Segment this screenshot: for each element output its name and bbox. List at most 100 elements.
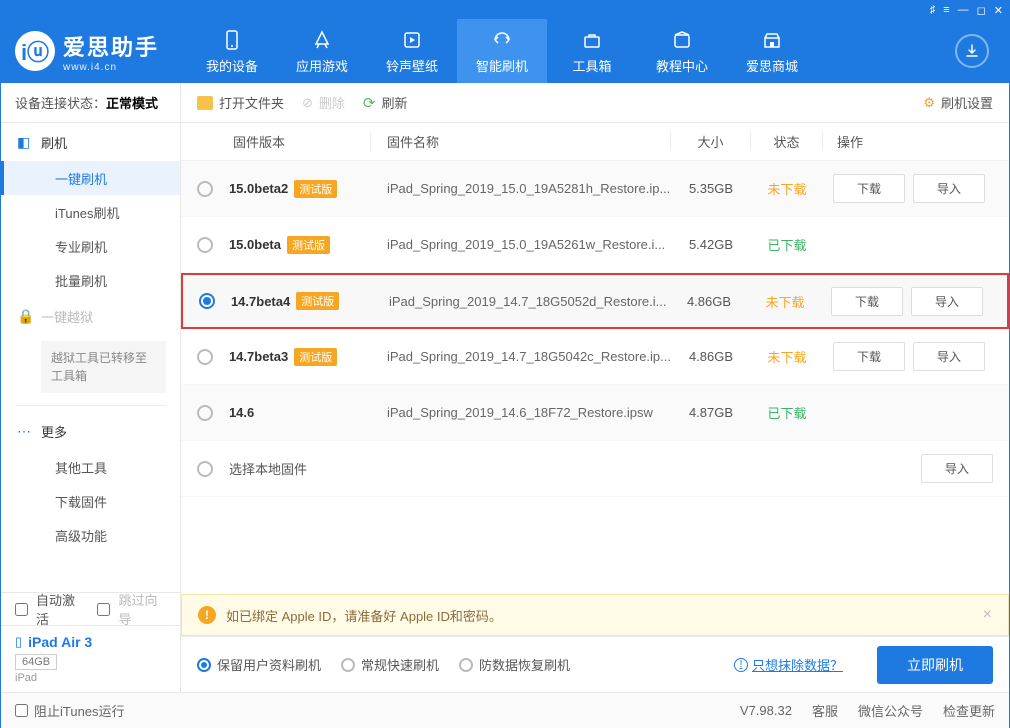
nav-3[interactable]: 智能刷机 (457, 19, 547, 83)
flash-option[interactable]: 防数据恢复刷机 (459, 655, 570, 674)
settings-button[interactable]: ⚙ 刷机设置 (923, 93, 993, 112)
more-icon: ⋯ (17, 423, 31, 440)
sidebar-sub[interactable]: 其他工具 (1, 450, 180, 484)
support-link[interactable]: 客服 (812, 701, 838, 720)
refresh-button[interactable]: ⟳ 刷新 (363, 93, 408, 112)
status-cell: 已下载 (751, 403, 823, 422)
name-cell: iPad_Spring_2019_14.7_18G5052d_Restore.i… (373, 294, 669, 309)
table-body: 15.0beta2测试版iPad_Spring_2019_15.0_19A528… (181, 161, 1009, 497)
table-header: 固件版本 固件名称 大小 状态 操作 (181, 123, 1009, 161)
notice-bar: ! 如已绑定 Apple ID，请准备好 Apple ID和密码。 × (181, 594, 1009, 636)
open-folder-button[interactable]: 打开文件夹 (197, 93, 284, 112)
notice-text: 如已绑定 Apple ID，请准备好 Apple ID和密码。 (226, 606, 502, 625)
import-button[interactable]: 导入 (913, 342, 985, 371)
row-radio[interactable] (197, 181, 213, 197)
status-cell: 未下载 (751, 347, 823, 366)
delete-button[interactable]: ⊘ 删除 (302, 93, 345, 112)
row-radio[interactable] (197, 349, 213, 365)
brand-sub: www.i4.cn (63, 62, 159, 73)
titlebar-max[interactable]: ◻ (977, 4, 986, 17)
nav-0[interactable]: 我的设备 (187, 19, 277, 83)
sidebar-sub[interactable]: 专业刷机 (1, 229, 180, 263)
import-button[interactable]: 导入 (913, 174, 985, 203)
flash-option[interactable]: 常规快速刷机 (341, 655, 439, 674)
jb-note: 越狱工具已转移至工具箱 (41, 341, 166, 393)
import-button[interactable]: 导入 (921, 454, 993, 483)
ops-cell: 导入 (823, 454, 993, 483)
flash-icon: ◧ (17, 134, 30, 151)
col-ops: 操作 (823, 132, 993, 151)
device-name: iPad Air 3 (28, 634, 92, 650)
version-cell: 选择本地固件 (229, 459, 371, 478)
sidebar-sub[interactable]: 批量刷机 (1, 263, 180, 297)
size-cell: 5.42GB (671, 237, 751, 252)
row-radio[interactable] (199, 293, 215, 309)
import-button[interactable]: 导入 (911, 287, 983, 316)
block-itunes-label: 阻止iTunes运行 (34, 701, 125, 720)
nav-4[interactable]: 工具箱 (547, 19, 637, 83)
titlebar: ♯ ≡ — ◻ ✕ (1, 1, 1009, 19)
table-row: 14.7beta3测试版iPad_Spring_2019_14.7_18G504… (181, 329, 1009, 385)
row-radio[interactable] (197, 237, 213, 253)
auto-activate-checkbox[interactable] (15, 603, 28, 616)
footer: 阻止iTunes运行 V7.98.32 客服 微信公众号 检查更新 (1, 692, 1009, 728)
delete-icon: ⊘ (302, 95, 313, 111)
version-cell: 15.0beta2测试版 (229, 180, 371, 198)
status-cell: 未下载 (751, 179, 823, 198)
ops-cell: 下载导入 (823, 342, 993, 371)
main: 打开文件夹 ⊘ 删除 ⟳ 刷新 ⚙ 刷机设置 固件版本 固件名称 大小 状态 操… (181, 83, 1009, 692)
status-cell: 已下载 (751, 235, 823, 254)
block-itunes-checkbox[interactable] (15, 704, 28, 717)
titlebar-close[interactable]: ✕ (994, 4, 1003, 17)
wechat-link[interactable]: 微信公众号 (858, 701, 923, 720)
download-button[interactable]: 下载 (833, 342, 905, 371)
sidebar-more[interactable]: ⋯ 更多 (1, 412, 180, 450)
flash-now-button[interactable]: 立即刷机 (877, 646, 993, 684)
table-row: 15.0beta2测试版iPad_Spring_2019_15.0_19A528… (181, 161, 1009, 217)
download-button[interactable]: 下载 (831, 287, 903, 316)
size-cell: 4.87GB (671, 405, 751, 420)
row-radio[interactable] (197, 405, 213, 421)
version-cell: 14.7beta3测试版 (229, 348, 371, 366)
lock-icon: 🔒 (17, 308, 34, 325)
size-cell: 5.35GB (671, 181, 751, 196)
nav-5[interactable]: 教程中心 (637, 19, 727, 83)
nav-1[interactable]: 应用游戏 (277, 19, 367, 83)
device-storage: 64GB (15, 654, 57, 670)
status-label: 设备连接状态： (15, 93, 106, 112)
nav-2[interactable]: 铃声壁纸 (367, 19, 457, 83)
refresh-icon: ⟳ (363, 94, 376, 112)
download-button[interactable]: 下载 (833, 174, 905, 203)
info-icon: ! (734, 658, 748, 672)
sidebar-sub[interactable]: 一键刷机 (1, 161, 180, 195)
titlebar-min[interactable]: — (958, 4, 969, 16)
nav-icon (670, 28, 694, 52)
erase-link[interactable]: ! 只想抹除数据？ (734, 655, 843, 674)
brand-name: 爱思助手 (63, 30, 159, 62)
status-cell: 未下载 (749, 292, 821, 311)
update-link[interactable]: 检查更新 (943, 701, 995, 720)
skip-checkbox[interactable] (97, 603, 110, 616)
name-cell: iPad_Spring_2019_15.0_19A5281h_Restore.i… (371, 181, 671, 196)
sidebar-sub[interactable]: 下载固件 (1, 484, 180, 518)
download-circle-icon[interactable] (955, 34, 989, 68)
sidebar-flash[interactable]: ◧ 刷机 (1, 123, 180, 161)
sidebar-sub[interactable]: iTunes刷机 (1, 195, 180, 229)
close-icon[interactable]: × (983, 606, 992, 624)
toolbar: 打开文件夹 ⊘ 删除 ⟳ 刷新 ⚙ 刷机设置 (181, 83, 1009, 123)
col-size: 大小 (671, 132, 751, 151)
version: V7.98.32 (740, 703, 792, 718)
flash-option[interactable]: 保留用户资料刷机 (197, 655, 321, 674)
device-panel: ▯ iPad Air 3 64GB iPad (1, 625, 180, 692)
sidebar: 设备连接状态： 正常模式 ◧ 刷机 一键刷机iTunes刷机专业刷机批量刷机 🔒… (1, 83, 181, 692)
col-version: 固件版本 (229, 132, 371, 151)
titlebar-menu[interactable]: ≡ (943, 4, 949, 16)
titlebar-btn[interactable]: ♯ (930, 4, 936, 16)
auto-activate-row: 自动激活 跳过向导 (1, 593, 180, 625)
table-row: 选择本地固件 导入 (181, 441, 1009, 497)
sidebar-sub[interactable]: 高级功能 (1, 518, 180, 552)
row-radio[interactable] (197, 461, 213, 477)
status-row: 设备连接状态： 正常模式 (1, 83, 180, 123)
status-value: 正常模式 (106, 93, 158, 112)
nav-6[interactable]: 爱思商城 (727, 19, 817, 83)
